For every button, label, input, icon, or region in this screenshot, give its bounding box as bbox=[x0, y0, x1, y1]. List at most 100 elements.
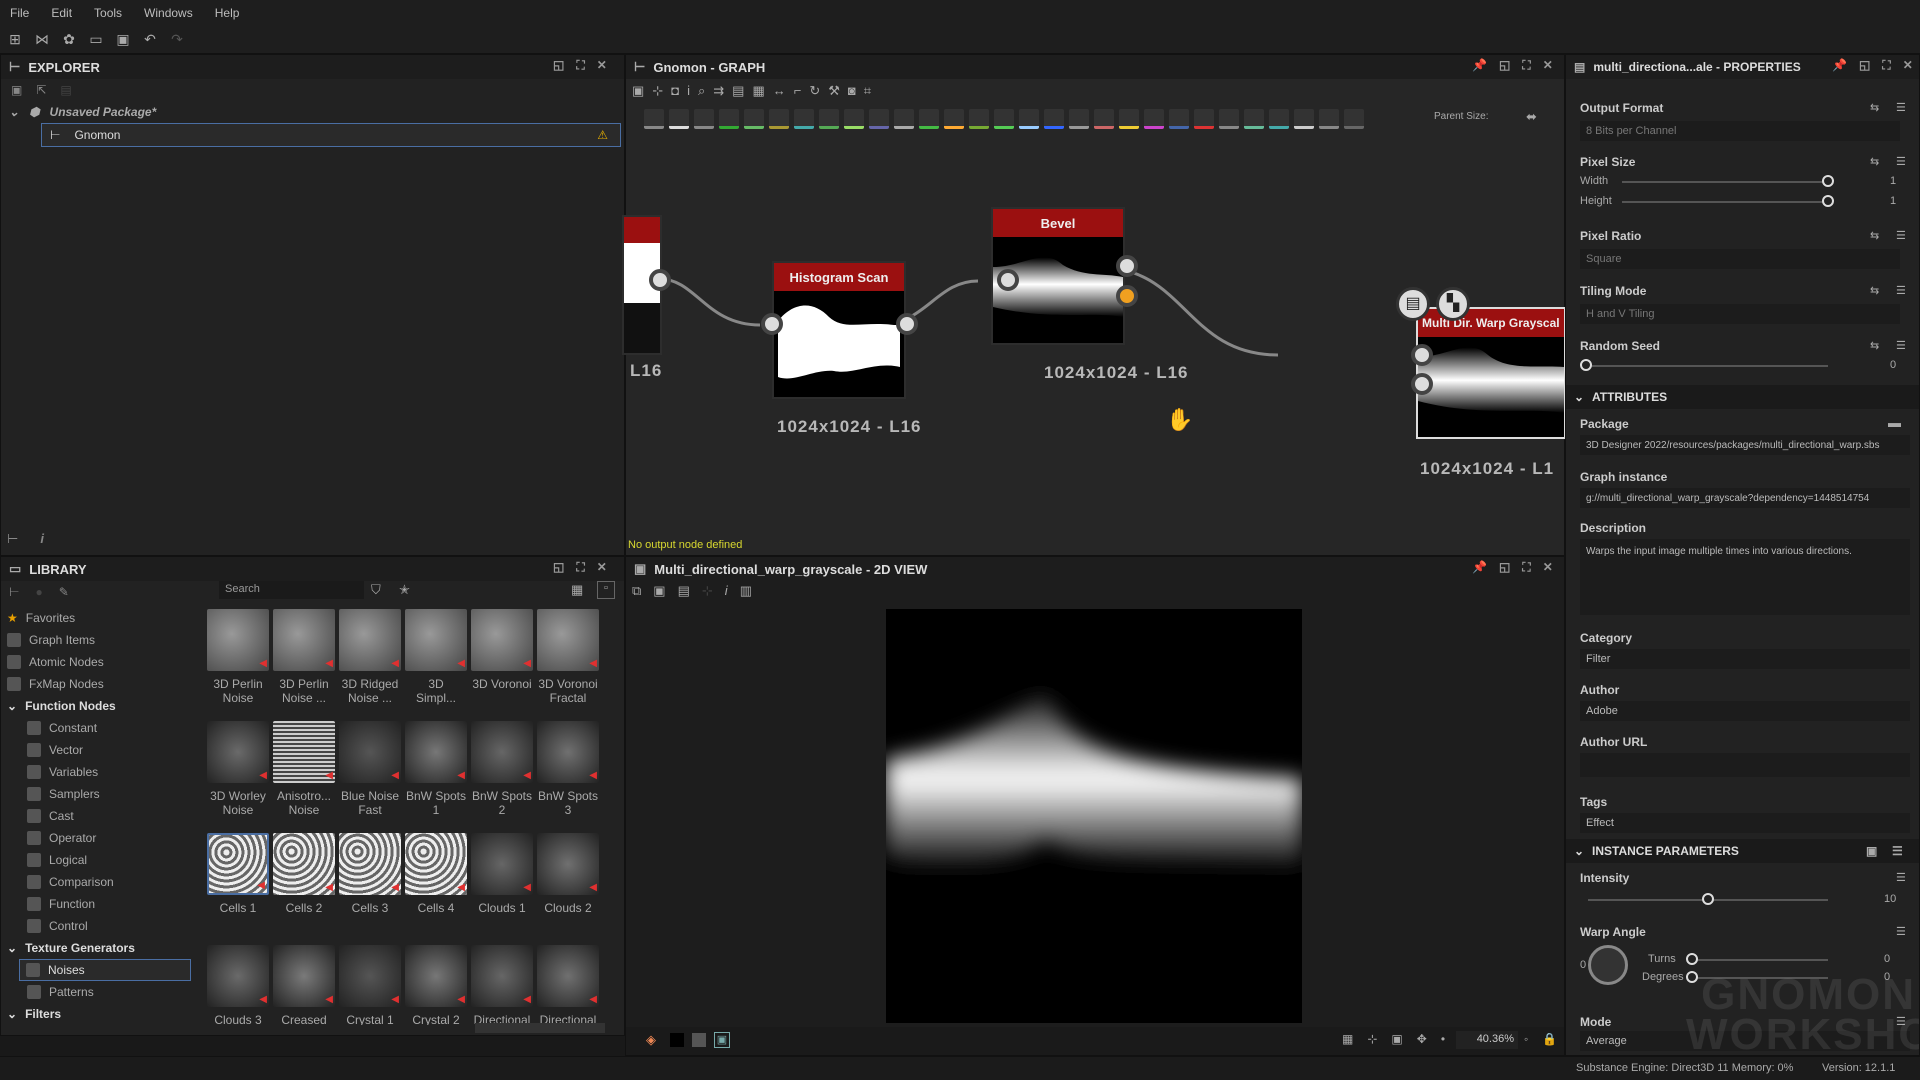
preset-icon[interactable]: ▣ bbox=[1866, 844, 1877, 858]
function-item-vector[interactable]: Vector bbox=[1, 739, 201, 761]
list-view-icon[interactable]: ▫ bbox=[597, 581, 615, 599]
close-icon[interactable]: ✕ bbox=[597, 58, 607, 73]
node-bevel-input-port[interactable] bbox=[997, 269, 1019, 291]
random-seed-knob[interactable] bbox=[1580, 359, 1592, 371]
package-field[interactable]: 3D Designer 2022/resources/packages/mult… bbox=[1580, 435, 1910, 455]
float-icon[interactable]: ◱ bbox=[553, 560, 564, 575]
library-thumb[interactable]: ◀ bbox=[207, 609, 269, 671]
save-image-icon[interactable]: ▣ bbox=[653, 583, 665, 599]
category-filters[interactable]: ⌄ Filters bbox=[1, 1003, 201, 1025]
menu-lines-icon[interactable]: ☰ bbox=[1896, 229, 1906, 242]
grid-view-icon[interactable]: ▦ bbox=[571, 582, 583, 598]
pin-icon[interactable]: 📌 bbox=[1832, 58, 1847, 73]
menu-lines-icon[interactable]: ☰ bbox=[1896, 155, 1906, 168]
close-icon[interactable]: ✕ bbox=[1543, 560, 1553, 575]
float-icon[interactable]: ◱ bbox=[1499, 560, 1510, 575]
grid-toggle-icon[interactable]: ▦ bbox=[1342, 1032, 1353, 1046]
library-thumb[interactable]: ◀ bbox=[273, 833, 335, 895]
tiling-mode-select[interactable]: H and V Tiling bbox=[1580, 304, 1900, 324]
library-thumb[interactable]: ◀ bbox=[537, 609, 599, 671]
category-fxmap-nodes[interactable]: FxMap Nodes bbox=[1, 673, 201, 695]
new-function-icon[interactable]: ⋈ bbox=[33, 31, 51, 49]
category-atomic-nodes[interactable]: Atomic Nodes bbox=[1, 651, 201, 673]
library-thumb[interactable]: ◀ bbox=[471, 609, 533, 671]
undo-icon[interactable]: ↶ bbox=[141, 31, 159, 49]
library-thumb[interactable]: ◀ bbox=[405, 721, 467, 783]
library-thumb[interactable]: ◀ bbox=[339, 945, 401, 1007]
export-icon[interactable]: ⇱ bbox=[36, 83, 46, 97]
attributes-section[interactable]: ⌄ ATTRIBUTES bbox=[1566, 385, 1919, 409]
menu-lines-icon[interactable]: ☰ bbox=[1896, 284, 1906, 297]
library-thumb[interactable]: ◀ bbox=[471, 721, 533, 783]
library-thumb[interactable]: ◀ bbox=[537, 833, 599, 895]
library-dot-icon[interactable]: ● bbox=[35, 585, 42, 599]
save-package-icon[interactable]: ▣ bbox=[11, 83, 22, 97]
redo-icon[interactable]: ↷ bbox=[168, 31, 186, 49]
zoom-reset-icon[interactable]: ◦ bbox=[1524, 1032, 1528, 1046]
tags-field[interactable]: Effect bbox=[1580, 813, 1910, 833]
menu-lines-icon[interactable]: ☰ bbox=[1896, 871, 1906, 884]
function-item-samplers[interactable]: Samplers bbox=[1, 783, 201, 805]
category-texture-generators[interactable]: ⌄ Texture Generators bbox=[1, 937, 201, 959]
uv-icon[interactable]: ⊹ bbox=[702, 583, 713, 599]
maximize-icon[interactable]: ⛶ bbox=[576, 58, 584, 73]
menu-lines-icon[interactable]: ☰ bbox=[1896, 101, 1906, 114]
tex-item-noises[interactable]: Noises bbox=[19, 959, 191, 981]
histogram-icon[interactable]: ▥ bbox=[740, 583, 752, 599]
library-thumb[interactable]: ◀ bbox=[207, 945, 269, 1007]
node-bevel-output-port-1[interactable] bbox=[1116, 255, 1138, 277]
filter-icon[interactable]: ⛉ bbox=[371, 582, 381, 598]
intensity-knob[interactable] bbox=[1702, 893, 1714, 905]
author-field[interactable]: Adobe bbox=[1580, 701, 1910, 721]
menu-lines-icon[interactable]: ☰ bbox=[1896, 339, 1906, 352]
library-thumb[interactable]: ◀ bbox=[273, 609, 335, 671]
save-icon[interactable]: ▣ bbox=[114, 31, 132, 49]
maximize-icon[interactable]: ⛶ bbox=[576, 560, 584, 575]
fit-icon[interactable]: ▣ bbox=[1391, 1032, 1402, 1046]
category-function-nodes[interactable]: ⌄ Function Nodes bbox=[1, 695, 201, 717]
float-icon[interactable]: ◱ bbox=[553, 58, 564, 73]
library-scrollbar[interactable] bbox=[475, 1023, 605, 1033]
category-field[interactable]: Filter bbox=[1580, 649, 1910, 669]
library-thumb[interactable]: ◀ bbox=[207, 833, 269, 895]
node-tiling-icon[interactable]: ▚ bbox=[1436, 287, 1470, 321]
new-graph-icon[interactable]: ⊞ bbox=[6, 31, 24, 49]
node-left-output-port[interactable] bbox=[649, 269, 671, 291]
library-thumb[interactable]: ◀ bbox=[339, 721, 401, 783]
function-item-constant[interactable]: Constant bbox=[1, 717, 201, 739]
library-thumb[interactable]: ◀ bbox=[471, 945, 533, 1007]
function-item-control[interactable]: Control bbox=[1, 915, 201, 937]
width-slider-track[interactable] bbox=[1622, 181, 1828, 183]
node-comment-icon[interactable]: ▤ bbox=[1396, 287, 1430, 321]
close-icon[interactable]: ✕ bbox=[597, 560, 607, 575]
category-graph-items[interactable]: Graph Items bbox=[1, 629, 201, 651]
function-item-cast[interactable]: Cast bbox=[1, 805, 201, 827]
library-thumb[interactable]: ◀ bbox=[207, 721, 269, 783]
inherit-icon[interactable]: ⇆ bbox=[1870, 229, 1879, 242]
library-thumb[interactable]: ◀ bbox=[405, 833, 467, 895]
library-thumb[interactable]: ◀ bbox=[273, 721, 335, 783]
turns-knob[interactable] bbox=[1686, 953, 1698, 965]
function-item-function[interactable]: Function bbox=[1, 893, 201, 915]
inherit-icon[interactable]: ⇆ bbox=[1870, 101, 1879, 114]
graph-row-gnomon[interactable]: ⊢ Gnomon ⚠ bbox=[41, 123, 621, 147]
description-field[interactable]: Warps the input image multiple times int… bbox=[1580, 539, 1910, 615]
menu-tools[interactable]: Tools bbox=[94, 6, 122, 20]
inherit-icon[interactable]: ⇆ bbox=[1870, 339, 1879, 352]
library-thumb[interactable]: ◀ bbox=[405, 609, 467, 671]
tex-item-patterns[interactable]: Patterns bbox=[1, 981, 201, 1003]
pixel-ratio-select[interactable]: Square bbox=[1580, 249, 1900, 269]
instance-parameters-section[interactable]: ⌄ INSTANCE PARAMETERS ▣ ☰ bbox=[1566, 839, 1919, 863]
lock-icon[interactable]: 🔒 bbox=[1542, 1032, 1557, 1046]
open-folder-icon[interactable]: ▭ bbox=[87, 31, 105, 49]
random-seed-track[interactable] bbox=[1586, 365, 1828, 367]
zoom-field[interactable]: 40.36% bbox=[1456, 1031, 1518, 1049]
library-thumb[interactable]: ◀ bbox=[405, 945, 467, 1007]
node-histogram-input-port[interactable] bbox=[761, 313, 783, 335]
bg-gray-button[interactable] bbox=[692, 1033, 706, 1047]
author-url-field[interactable] bbox=[1580, 753, 1910, 777]
menu-windows[interactable]: Windows bbox=[144, 6, 193, 20]
menu-lines-icon[interactable]: ☰ bbox=[1892, 844, 1903, 858]
menu-edit[interactable]: Edit bbox=[51, 6, 72, 20]
library-thumb[interactable]: ◀ bbox=[537, 721, 599, 783]
